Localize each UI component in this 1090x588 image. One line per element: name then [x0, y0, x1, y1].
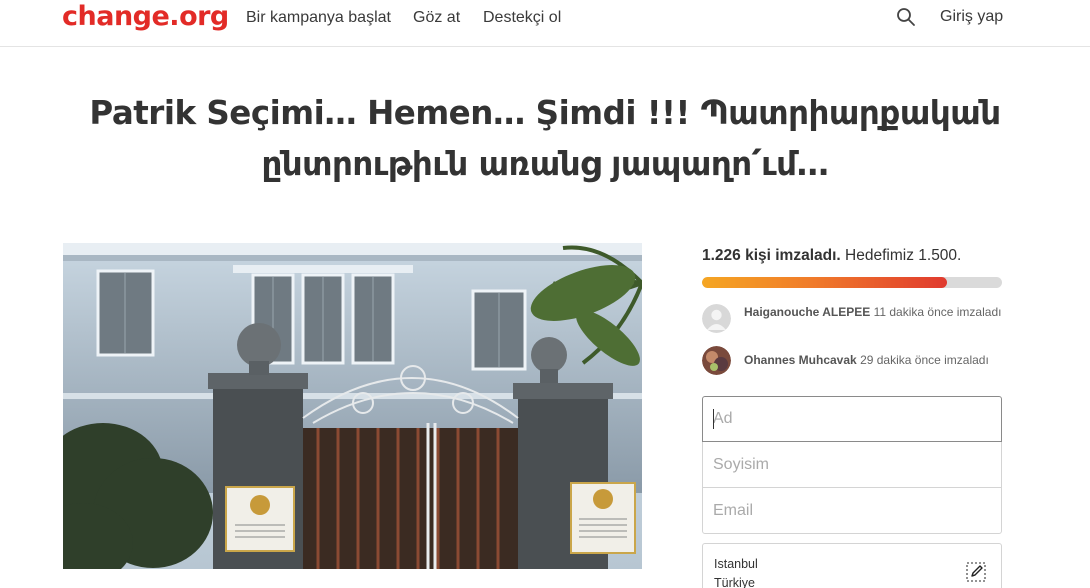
- text-cursor: [713, 409, 714, 429]
- avatar: [702, 346, 731, 375]
- nav-start-campaign[interactable]: Bir kampanya başlat: [246, 8, 391, 28]
- signer-name: Haiganouche ALEPEE: [744, 305, 871, 319]
- logo-text: change.org: [62, 1, 229, 32]
- top-navigation-bar: change.org Bir kampanya başlat Göz at De…: [0, 0, 1090, 47]
- nav-become-supporter[interactable]: Destekçi ol: [483, 8, 561, 28]
- location-box[interactable]: Istanbul Türkiye: [702, 543, 1002, 588]
- nav-browse[interactable]: Göz at: [413, 8, 460, 28]
- first-name-input[interactable]: [702, 396, 1002, 442]
- pencil-icon[interactable]: [965, 561, 987, 583]
- petition-title: Patrik Seçimi… Hemen… Şimdi !!! Պատրիարք…: [89, 94, 1001, 183]
- signature-count: 1.226 kişi imzaladı. Hedefimiz 1.500.: [702, 246, 961, 266]
- location-country: Türkiye: [714, 576, 755, 588]
- signature-goal: Hedefimiz 1.500.: [845, 247, 962, 264]
- location-city: Istanbul: [714, 557, 758, 571]
- change-org-logo[interactable]: change.org: [62, 0, 229, 34]
- last-name-input[interactable]: [702, 442, 1002, 488]
- avatar-placeholder-icon: [702, 304, 731, 333]
- recent-signer-text: Ohannes Muhcavak 29 dakika önce imzaladı: [744, 352, 1002, 368]
- signer-time: 29 dakika önce imzaladı: [860, 353, 989, 367]
- search-icon[interactable]: [896, 7, 916, 27]
- login-link[interactable]: Giriş yap: [940, 7, 1003, 27]
- signature-count-value: 1.226 kişi imzaladı.: [702, 247, 841, 264]
- signature-progress-bar: [702, 277, 1002, 288]
- recent-signer-text: Haiganouche ALEPEE 11 dakika önce imzala…: [744, 304, 1002, 320]
- email-input[interactable]: [702, 487, 1002, 534]
- signature-progress-fill: [702, 277, 948, 288]
- petition-image: [63, 243, 642, 569]
- signer-name: Ohannes Muhcavak: [744, 353, 857, 367]
- signer-time: 11 dakika önce imzaladı: [873, 305, 1002, 319]
